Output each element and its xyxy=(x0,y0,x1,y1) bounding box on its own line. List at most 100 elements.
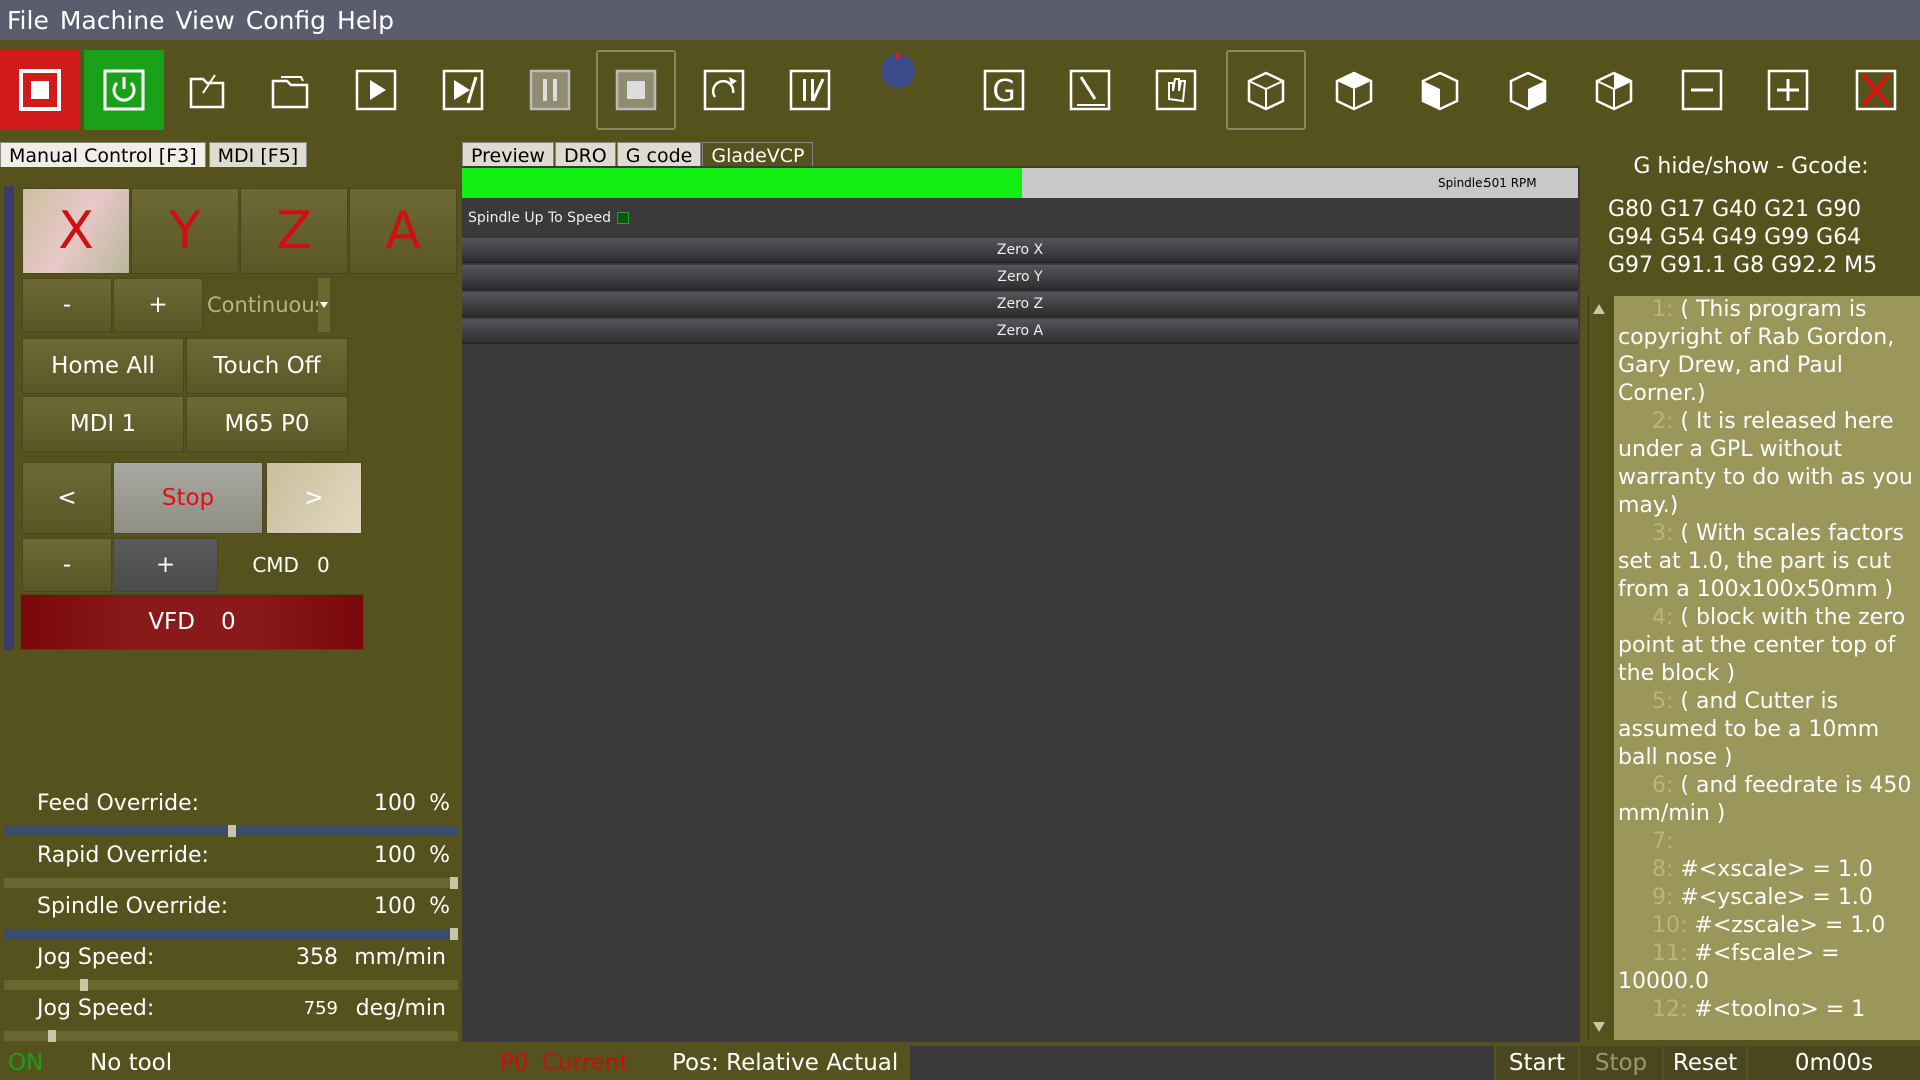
g-code-button[interactable]: G xyxy=(964,50,1044,130)
gcode-line[interactable]: 2: ( It is released here under a GPL wit… xyxy=(1614,408,1920,520)
jog-hand-button[interactable] xyxy=(1136,50,1216,130)
active-gcodes: G80 G17 G40 G21 G90 G94 G54 G49 G99 G64 … xyxy=(1608,196,1920,280)
gcode-line[interactable]: 1: ( This program is copyright of Rab Go… xyxy=(1614,296,1920,408)
gcode-line[interactable]: 10: #<zscale> = 1.0 xyxy=(1614,912,1920,940)
gcode-listing[interactable]: 1: ( This program is copyright of Rab Go… xyxy=(1614,296,1920,1040)
jog-mode-select[interactable]: Continuous xyxy=(204,278,332,332)
slider-handle[interactable] xyxy=(80,979,88,991)
feed-override-label: Feed Override: xyxy=(37,790,200,816)
active-gcodes-line: G97 G91.1 G8 G92.2 M5 xyxy=(1608,253,1878,278)
gcode-line[interactable]: 5: ( and Cutter is assumed to be a 10mm … xyxy=(1614,688,1920,772)
gcode-line-number: 12: xyxy=(1652,997,1688,1022)
prev-button[interactable]: < xyxy=(22,462,112,534)
feed-override-slider[interactable] xyxy=(4,825,458,837)
touch-probe-button[interactable] xyxy=(1050,50,1130,130)
slider-handle[interactable] xyxy=(228,825,236,837)
view-iso-button[interactable] xyxy=(1226,50,1306,130)
gcode-line[interactable]: 12: #<toolno> = 1 xyxy=(1614,996,1920,1024)
gcode-line[interactable]: 4: ( block with the zero point at the ce… xyxy=(1614,604,1920,688)
zero-y-button[interactable]: Zero Y xyxy=(462,265,1578,290)
coordinate-current: Current xyxy=(542,1050,629,1076)
gcode-line[interactable]: 3: ( With scales factors set at 1.0, the… xyxy=(1614,520,1920,604)
mdi1-button[interactable]: MDI 1 xyxy=(22,396,184,452)
axis-y-button[interactable]: Y xyxy=(131,188,239,274)
stop-button-toolbar[interactable] xyxy=(596,50,676,130)
spindle-stop-button[interactable]: Stop xyxy=(113,462,263,534)
gcode-line-number: 10: xyxy=(1652,913,1688,938)
spindle-override-label: Spindle Override: xyxy=(37,893,229,919)
tab-dro[interactable]: DRO xyxy=(554,142,616,167)
rapid-override-slider[interactable] xyxy=(4,877,458,889)
menu-config[interactable]: Config xyxy=(239,6,330,35)
jog-speed-linear-slider[interactable] xyxy=(4,979,458,991)
gcode-line[interactable]: 9: #<yscale> = 1.0 xyxy=(1614,884,1920,912)
gcode-panel-title[interactable]: G hide/show - Gcode: xyxy=(1582,154,1920,179)
jog-minus-button[interactable]: - xyxy=(22,278,112,332)
zero-x-button[interactable]: Zero X xyxy=(462,238,1578,263)
zoom-out-button[interactable] xyxy=(1662,50,1742,130)
gcode-line[interactable]: 11: #<fscale> = 10000.0 xyxy=(1614,940,1920,996)
jog-mode-value: Continuous xyxy=(207,293,326,317)
reset-button[interactable]: Reset xyxy=(1664,1046,1746,1080)
menu-help[interactable]: Help xyxy=(330,6,398,35)
zero-z-button[interactable]: Zero Z xyxy=(462,292,1578,317)
view-top-button[interactable] xyxy=(1314,50,1394,130)
gcode-line[interactable]: 8: #<xscale> = 1.0 xyxy=(1614,856,1920,884)
axis-z-label: Z xyxy=(276,201,312,261)
status-bar: ON No tool P0 Current Pos: Relative Actu… xyxy=(0,1046,1920,1080)
view-front-button[interactable] xyxy=(1400,50,1480,130)
rerun-button[interactable] xyxy=(684,50,764,130)
tab-gcode[interactable]: G code xyxy=(616,142,702,167)
gcode-line-number: 3: xyxy=(1652,521,1674,546)
slider-handle[interactable] xyxy=(450,877,458,889)
m65-button[interactable]: M65 P0 xyxy=(186,396,348,452)
slider-handle[interactable] xyxy=(48,1030,56,1042)
spindle-override-slider[interactable] xyxy=(4,928,458,940)
run-button[interactable] xyxy=(336,50,416,130)
tab-mdi[interactable]: MDI [F5] xyxy=(208,142,308,167)
zero-a-button[interactable]: Zero A xyxy=(462,319,1578,344)
vfd-value: 0 xyxy=(221,609,236,635)
stop-button[interactable]: Stop xyxy=(1580,1046,1662,1080)
cmd-value: 0 xyxy=(316,553,330,577)
optional-stop-button[interactable] xyxy=(770,50,850,130)
reload-button[interactable] xyxy=(250,50,330,130)
jog-speed-linear-unit: mm/min xyxy=(354,944,446,970)
run-timer-value: 0m00s xyxy=(1794,1050,1874,1076)
axis-a-button[interactable]: A xyxy=(349,188,457,274)
menu-file[interactable]: File xyxy=(0,6,53,35)
tab-preview[interactable]: Preview xyxy=(462,142,554,167)
pause-button[interactable] xyxy=(510,50,590,130)
status-dot-icon xyxy=(881,53,915,88)
overrides-panel: Feed Override: 100 % Rapid Override: 100… xyxy=(0,788,460,1044)
next-button[interactable]: > xyxy=(266,462,362,534)
tab-gladevcp[interactable]: GladeVCP xyxy=(702,142,814,167)
speed-minus-button[interactable]: - xyxy=(22,538,112,592)
step-button[interactable] xyxy=(423,50,503,130)
tab-manual-control[interactable]: Manual Control [F3] xyxy=(0,142,206,167)
open-file-button[interactable] xyxy=(168,50,248,130)
speed-plus-button[interactable]: + xyxy=(113,538,218,592)
view-side-button[interactable] xyxy=(1488,50,1568,130)
gcode-line[interactable]: 7: xyxy=(1614,828,1920,856)
start-button[interactable]: Start xyxy=(1496,1046,1578,1080)
slider-handle[interactable] xyxy=(450,928,458,940)
gcode-line[interactable]: 6: ( and feedrate is 450 mm/min ) xyxy=(1614,772,1920,828)
view-perspective-button[interactable] xyxy=(1574,50,1654,130)
panel-strip xyxy=(4,186,14,650)
axis-z-button[interactable]: Z xyxy=(240,188,348,274)
jog-plus-button[interactable]: + xyxy=(113,278,203,332)
home-all-button[interactable]: Home All xyxy=(22,338,184,394)
axis-y-label: Y xyxy=(169,201,201,261)
axis-x-button[interactable]: X xyxy=(22,188,130,274)
power-button[interactable] xyxy=(84,50,164,130)
estop-button[interactable] xyxy=(0,50,80,130)
gcode-scrollbar[interactable] xyxy=(1588,296,1609,1040)
touch-off-button[interactable]: Touch Off xyxy=(186,338,348,394)
menu-machine[interactable]: Machine xyxy=(53,6,169,35)
zoom-in-button[interactable] xyxy=(1748,50,1828,130)
menu-view[interactable]: View xyxy=(169,6,239,35)
clear-plot-button[interactable] xyxy=(1836,50,1916,130)
jog-speed-angular-slider[interactable] xyxy=(4,1030,458,1042)
chevron-down-icon[interactable] xyxy=(318,278,330,332)
